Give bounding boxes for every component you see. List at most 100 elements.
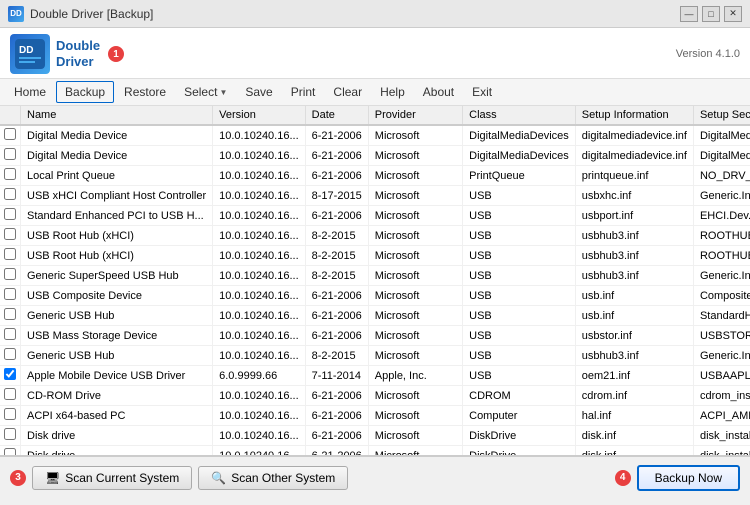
bottom-right-buttons: 4 Backup Now xyxy=(615,465,740,491)
row-cell: Microsoft xyxy=(368,166,462,186)
table-row: Apple Mobile Device USB Driver6.0.9999.6… xyxy=(0,366,750,386)
row-cell: Generic USB Hub xyxy=(21,346,213,366)
row-cell: Local Print Queue xyxy=(21,166,213,186)
row-cell: Microsoft xyxy=(368,226,462,246)
menu-exit[interactable]: Exit xyxy=(464,82,500,102)
table-row: Digital Media Device10.0.10240.16...6-21… xyxy=(0,146,750,166)
row-cell: usbhub3.inf xyxy=(575,266,693,286)
row-checkbox[interactable] xyxy=(4,228,16,240)
table-row: Generic USB Hub10.0.10240.16...8-2-2015M… xyxy=(0,346,750,366)
col-header-date[interactable]: Date xyxy=(305,106,368,125)
row-cell: DigitalMediaDevice_I xyxy=(693,146,750,166)
row-cell: 10.0.10240.16... xyxy=(213,166,306,186)
row-cell: USB Composite Device xyxy=(21,286,213,306)
row-cell: 8-17-2015 xyxy=(305,186,368,206)
row-cell: Microsoft xyxy=(368,426,462,446)
menu-select-label: Select xyxy=(184,85,217,99)
row-cell: Disk drive xyxy=(21,426,213,446)
row-cell: DiskDrive xyxy=(463,426,576,446)
minimize-button[interactable]: — xyxy=(680,6,698,22)
col-header-setup-info[interactable]: Setup Information xyxy=(575,106,693,125)
svg-text:DD: DD xyxy=(19,45,33,56)
row-cell: 10.0.10240.16... xyxy=(213,186,306,206)
table-row: Local Print Queue10.0.10240.16...6-21-20… xyxy=(0,166,750,186)
window-controls[interactable]: — □ ✕ xyxy=(680,6,742,22)
scan-current-button[interactable]: 🖥 Scan Current System xyxy=(32,466,192,490)
backup-now-button[interactable]: Backup Now xyxy=(637,465,740,491)
scan-other-button[interactable]: 🔍 Scan Other System xyxy=(198,466,348,490)
menu-about[interactable]: About xyxy=(415,82,462,102)
row-checkbox[interactable] xyxy=(4,368,16,380)
row-cell: Digital Media Device xyxy=(21,146,213,166)
row-cell: 6-21-2006 xyxy=(305,306,368,326)
scan-icon: 🔍 xyxy=(211,471,226,485)
row-cell: 6-21-2006 xyxy=(305,206,368,226)
menu-print[interactable]: Print xyxy=(283,82,324,102)
row-checkbox[interactable] xyxy=(4,188,16,200)
row-cell: 10.0.10240.16... xyxy=(213,346,306,366)
close-button[interactable]: ✕ xyxy=(724,6,742,22)
col-header-name[interactable]: Name xyxy=(21,106,213,125)
row-cell: 10.0.10240.16... xyxy=(213,286,306,306)
row-cell: ROOTHUB.Dev.NT xyxy=(693,246,750,266)
row-cell: cdrom_install xyxy=(693,386,750,406)
maximize-button[interactable]: □ xyxy=(702,6,720,22)
row-checkbox[interactable] xyxy=(4,128,16,140)
row-cell: Standard Enhanced PCI to USB H... xyxy=(21,206,213,226)
row-checkbox[interactable] xyxy=(4,288,16,300)
row-cell: 6-21-2006 xyxy=(305,326,368,346)
logo-text: Double Driver xyxy=(56,38,100,69)
row-cell: USB xyxy=(463,186,576,206)
row-cell: USB xyxy=(463,226,576,246)
menu-help[interactable]: Help xyxy=(372,82,413,102)
table-row: USB Mass Storage Device10.0.10240.16...6… xyxy=(0,326,750,346)
row-checkbox[interactable] xyxy=(4,268,16,280)
menu-select[interactable]: Select ▼ xyxy=(176,82,235,102)
row-cell: 6-21-2006 xyxy=(305,406,368,426)
table-row: USB Root Hub (xHCI)10.0.10240.16...8-2-2… xyxy=(0,226,750,246)
col-header-provider[interactable]: Provider xyxy=(368,106,462,125)
row-cell: 10.0.10240.16... xyxy=(213,206,306,226)
menu-backup[interactable]: Backup xyxy=(56,81,114,103)
row-cell: USB xyxy=(463,246,576,266)
row-cell: Composite.Dev.NT xyxy=(693,286,750,306)
scan-current-icon: 🖥 xyxy=(45,471,60,485)
row-checkbox[interactable] xyxy=(4,208,16,220)
row-cell: 6-21-2006 xyxy=(305,446,368,457)
row-checkbox[interactable] xyxy=(4,168,16,180)
bottom-bar: 3 🖥 Scan Current System 🔍 Scan Other Sys… xyxy=(0,456,750,498)
col-header-class[interactable]: Class xyxy=(463,106,576,125)
table-row: USB Root Hub (xHCI)10.0.10240.16...8-2-2… xyxy=(0,246,750,266)
menu-restore[interactable]: Restore xyxy=(116,82,174,102)
menu-clear[interactable]: Clear xyxy=(325,82,370,102)
row-checkbox[interactable] xyxy=(4,308,16,320)
row-checkbox[interactable] xyxy=(4,408,16,420)
row-cell: digitalmediadevice.inf xyxy=(575,146,693,166)
row-cell: CDROM xyxy=(463,386,576,406)
row-checkbox[interactable] xyxy=(4,328,16,340)
driver-table-container[interactable]: Name Version Date Provider Class Setup I… xyxy=(0,106,750,456)
col-header-setup-section[interactable]: Setup Section xyxy=(693,106,750,125)
row-cell: USB Mass Storage Device xyxy=(21,326,213,346)
row-checkbox[interactable] xyxy=(4,348,16,360)
row-cell: DigitalMediaDevice_I xyxy=(693,125,750,146)
row-checkbox[interactable] xyxy=(4,148,16,160)
col-header-version[interactable]: Version xyxy=(213,106,306,125)
row-cell: usbhub3.inf xyxy=(575,246,693,266)
row-checkbox[interactable] xyxy=(4,248,16,260)
row-checkbox[interactable] xyxy=(4,388,16,400)
menu-home[interactable]: Home xyxy=(6,82,54,102)
row-cell: 10.0.10240.16... xyxy=(213,306,306,326)
driver-table: Name Version Date Provider Class Setup I… xyxy=(0,106,750,456)
badge-1: 1 xyxy=(108,46,124,62)
row-checkbox[interactable] xyxy=(4,448,16,456)
menu-bar: Home Backup Restore Select ▼ Save Print … xyxy=(0,79,750,106)
row-cell: PrintQueue xyxy=(463,166,576,186)
row-cell: Generic.Install.NT xyxy=(693,186,750,206)
menu-save[interactable]: Save xyxy=(237,82,280,102)
logo-icon: DD xyxy=(10,34,50,74)
header-area: DD Double Driver 1 Version 4.1.0 xyxy=(0,28,750,79)
row-checkbox[interactable] xyxy=(4,428,16,440)
row-cell: USB Root Hub (xHCI) xyxy=(21,226,213,246)
col-header-check xyxy=(0,106,21,125)
